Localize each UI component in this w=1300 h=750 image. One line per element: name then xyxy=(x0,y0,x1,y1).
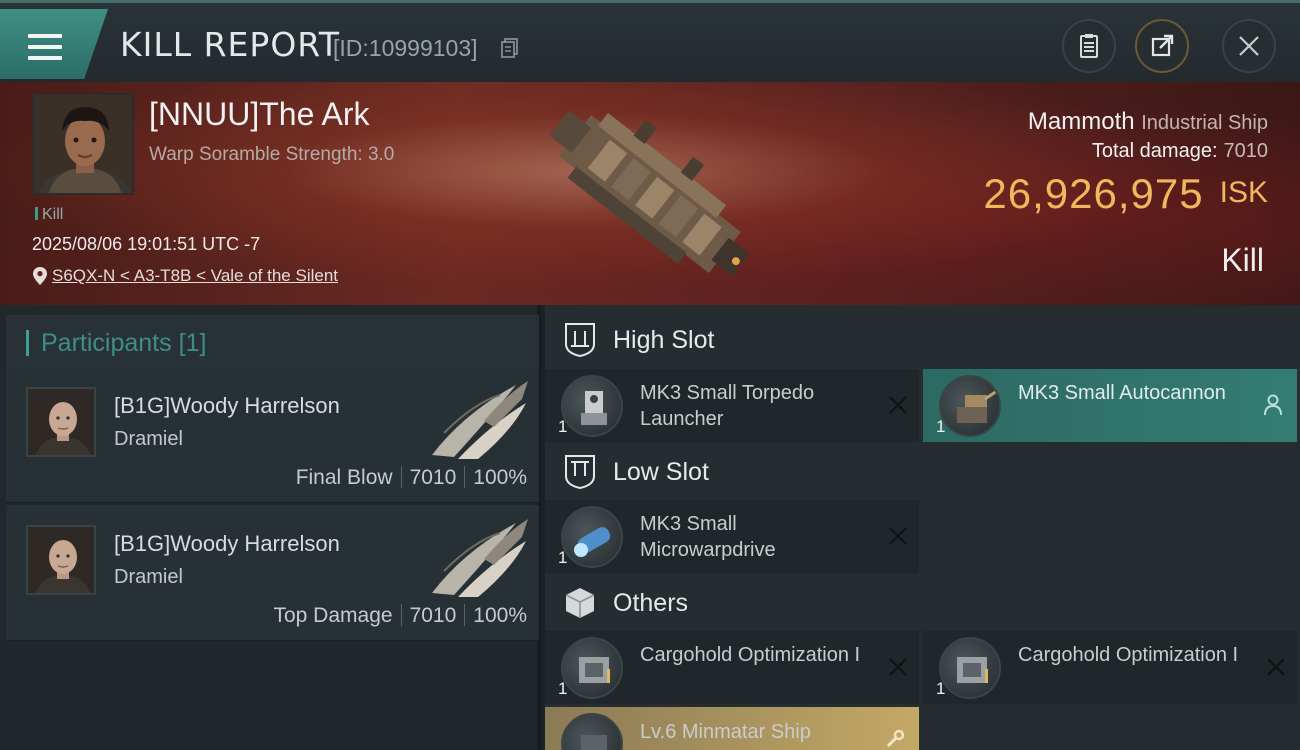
menu-icon xyxy=(28,34,62,60)
module-slot[interactable]: 1 MK3 Small Microwarpdrive xyxy=(545,500,919,573)
result-label: Kill xyxy=(1221,242,1264,278)
ship-rig-icon xyxy=(561,713,623,750)
victim-ship: Mammoth Industrial Ship xyxy=(1028,108,1268,136)
module-slot[interactable]: Lv.6 Minmatar Ship xyxy=(545,707,919,750)
torpedo-launcher-icon xyxy=(561,375,623,437)
isk-unit: ISK xyxy=(1219,176,1268,209)
participant-ship: Dramiel xyxy=(114,566,183,588)
destroyed-icon xyxy=(1267,658,1285,676)
participant-ship-image xyxy=(432,519,528,597)
kill-location[interactable]: S6QX-N < A3-T8B < Vale of the Silent xyxy=(32,266,338,286)
report-id: [ID:10999103] xyxy=(333,35,478,61)
module-name: Cargohold Optimization I xyxy=(640,644,861,666)
destroyed-icon xyxy=(889,527,907,545)
autocannon-icon xyxy=(939,375,1001,437)
fitting-panel: High Slot 1 MK3 Small Torpedo Launcher 1… xyxy=(545,305,1300,750)
kill-tag: Kill xyxy=(35,206,63,224)
cargohold-icon xyxy=(561,637,623,699)
low-slot-header: Low Slot xyxy=(545,441,1300,503)
participant-percent: 100% xyxy=(473,604,527,627)
warp-scramble-strength: Warp Soramble Strength: 3.0 xyxy=(149,144,395,165)
total-damage-value: 7010 xyxy=(1223,140,1269,162)
participant-damage: 7010 xyxy=(409,466,457,489)
victim-banner: [NNUU]The Ark Warp Soramble Strength: 3.… xyxy=(0,82,1300,305)
clipboard-icon xyxy=(1080,34,1098,58)
low-slot-icon xyxy=(565,455,595,490)
microwarpdrive-icon xyxy=(561,506,623,568)
destroyed-icon xyxy=(889,658,907,676)
high-slot-header: High Slot xyxy=(545,309,1300,371)
menu-button[interactable] xyxy=(0,9,108,79)
high-slot-label: High Slot xyxy=(613,325,715,354)
participant-percent: 100% xyxy=(473,466,527,489)
participant-name: [B1G]Woody Harrelson xyxy=(114,393,340,418)
module-slot[interactable]: 1 Cargohold Optimization I xyxy=(923,631,1297,704)
isk-value: 26,926,975 ISK xyxy=(983,170,1268,218)
victim-ship-image xyxy=(549,110,750,276)
page-title: KILL REPORT xyxy=(120,25,340,64)
module-name: Cargohold Optimization I xyxy=(1018,644,1239,666)
victim-name: [NNUU]The Ark xyxy=(149,96,370,132)
person-icon xyxy=(1264,394,1282,416)
others-header: Others xyxy=(545,572,1300,634)
close-icon xyxy=(1239,36,1259,56)
participant-name: [B1G]Woody Harrelson xyxy=(114,531,340,556)
participant-avatar[interactable] xyxy=(26,525,96,595)
module-quantity: 1 xyxy=(558,417,568,436)
module-slot[interactable]: 1 Cargohold Optimization I xyxy=(545,631,919,704)
participants-tab[interactable]: Participants [1] xyxy=(6,315,539,371)
participant-row[interactable]: [B1G]Woody Harrelson Dramiel Final Blow 7… xyxy=(6,367,539,503)
clipboard-button[interactable] xyxy=(1062,19,1116,73)
share-button[interactable] xyxy=(1135,19,1189,73)
module-name: MK3 Small Torpedo Launcher xyxy=(640,382,815,430)
kill-tag-label: Kill xyxy=(42,206,64,223)
low-slot-label: Low Slot xyxy=(613,457,709,486)
cargo-box-icon xyxy=(565,588,595,618)
participant-ship-image xyxy=(432,381,528,459)
others-label: Others xyxy=(613,588,689,617)
location-pin-icon xyxy=(33,267,47,285)
participants-count: [1] xyxy=(178,328,207,357)
module-name: MK3 Small Autocannon xyxy=(1018,382,1226,404)
wrench-icon xyxy=(886,729,905,748)
participant-role: Final Blow xyxy=(295,466,393,489)
participant-stats: Final Blow 7010 100% xyxy=(296,466,527,490)
module-slot[interactable]: 1 MK3 Small Torpedo Launcher xyxy=(545,369,919,442)
high-slot-icon xyxy=(565,323,595,358)
module-quantity: 1 xyxy=(936,417,946,436)
module-quantity: 1 xyxy=(936,679,946,698)
participant-role: Top Damage xyxy=(273,604,393,627)
title-bar: KILL REPORT [ID:10999103] xyxy=(0,0,1300,82)
kill-datetime: 2025/08/06 19:01:51 UTC -7 xyxy=(32,234,261,254)
victim-ship-class: Industrial Ship xyxy=(1141,112,1268,134)
total-damage-label: Total damage: xyxy=(1091,140,1218,162)
share-icon xyxy=(1151,34,1174,57)
participants-label: Participants xyxy=(41,328,172,357)
participant-ship: Dramiel xyxy=(114,428,183,450)
module-quantity: 1 xyxy=(558,548,568,567)
cargohold-icon xyxy=(939,637,1001,699)
module-name: MK3 Small Microwarpdrive xyxy=(640,513,776,561)
participant-stats: Top Damage 7010 100% xyxy=(273,604,527,628)
victim-avatar[interactable] xyxy=(32,93,134,195)
close-button[interactable] xyxy=(1222,19,1276,73)
module-quantity: 1 xyxy=(558,679,568,698)
participant-avatar[interactable] xyxy=(26,387,96,457)
total-damage: Total damage: 7010 xyxy=(1092,140,1268,163)
participant-row[interactable]: [B1G]Woody Harrelson Dramiel Top Damage 7… xyxy=(6,505,539,641)
isk-amount: 26,926,975 xyxy=(983,170,1204,217)
copy-icon[interactable] xyxy=(501,38,519,58)
participants-panel: Participants [1] [B1G]Woody Harrelson Dr… xyxy=(0,305,541,750)
location-link[interactable]: S6QX-N < A3-T8B < Vale of the Silent xyxy=(52,266,338,285)
victim-ship-name: Mammoth xyxy=(1027,108,1135,135)
module-name: Lv.6 Minmatar Ship xyxy=(640,721,811,743)
participant-damage: 7010 xyxy=(409,604,457,627)
module-slot[interactable]: 1 MK3 Small Autocannon xyxy=(923,369,1297,442)
destroyed-icon xyxy=(889,396,907,414)
